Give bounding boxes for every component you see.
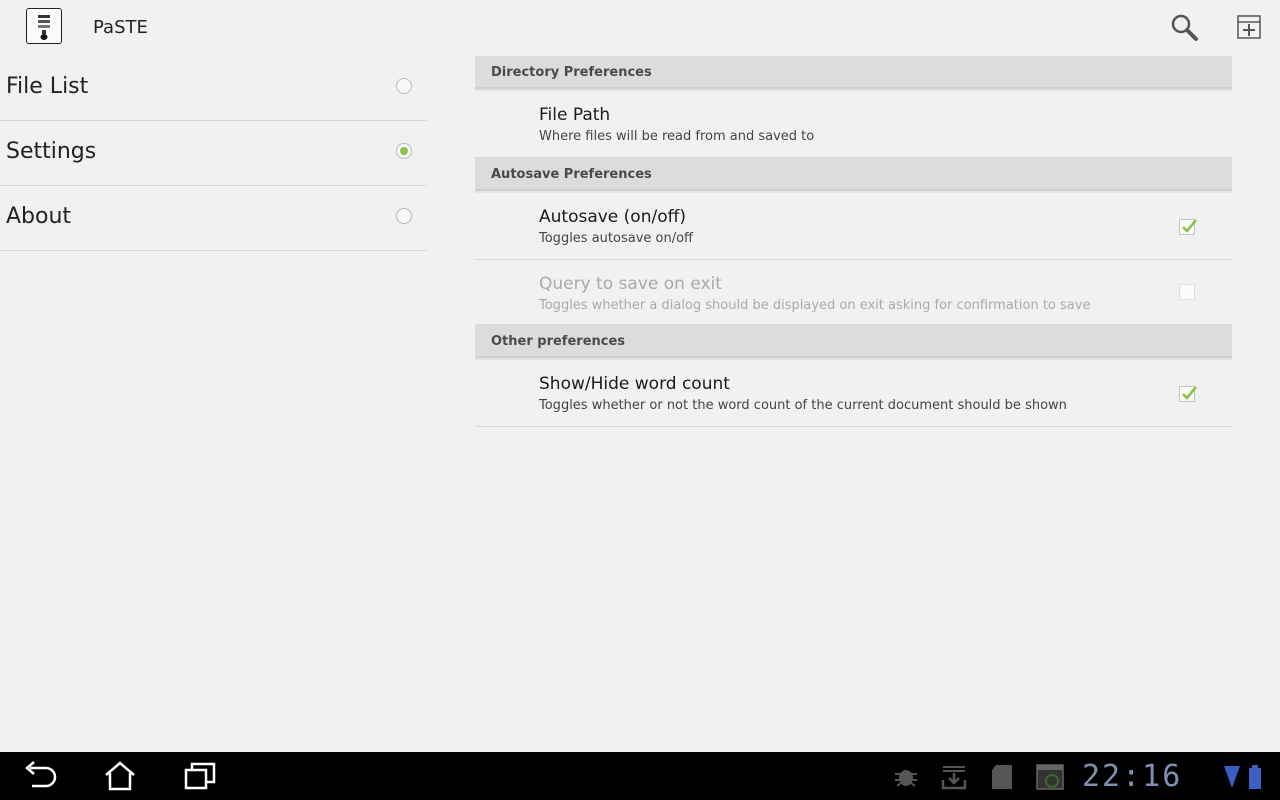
nav-item-label: Settings [6, 139, 97, 164]
wifi-icon[interactable] [1222, 764, 1242, 790]
pref-title: Query to save on exit [539, 274, 722, 294]
download-icon[interactable] [940, 764, 968, 790]
pref-title: File Path [539, 105, 611, 125]
home-button[interactable] [100, 760, 140, 792]
new-file-button[interactable] [1233, 10, 1265, 44]
new-document-icon [1237, 15, 1261, 39]
pref-title: Show/Hide word count [539, 374, 730, 394]
recent-apps-button[interactable] [180, 760, 220, 792]
pref-category-header: Directory Preferences [475, 56, 1232, 89]
nav-radio[interactable] [396, 143, 412, 159]
back-button[interactable] [20, 760, 60, 792]
nav-item-label: File List [6, 74, 89, 99]
status-clock: 22:16 [1082, 759, 1183, 794]
pref-summary: Toggles whether a dialog should be displ… [539, 298, 1091, 313]
checkmark-icon [1182, 386, 1198, 400]
screenshot-icon[interactable] [1036, 764, 1064, 790]
app-logo-icon[interactable] [26, 8, 62, 44]
pref-category-title: Directory Preferences [491, 65, 652, 80]
pref-category-header: Other preferences [475, 325, 1232, 358]
search-button[interactable] [1168, 10, 1200, 44]
pref-category-title: Other preferences [491, 334, 626, 349]
pref-title: Autosave (on/off) [539, 207, 686, 227]
nav-item-label: About [6, 204, 72, 229]
autosave-checkbox[interactable] [1179, 219, 1198, 235]
home-icon [105, 761, 135, 791]
search-icon [1171, 14, 1198, 41]
pref-summary: Toggles whether or not the word count of… [539, 398, 1067, 413]
sd-card-icon[interactable] [988, 764, 1016, 790]
checkmark-icon [1182, 219, 1198, 233]
app-title: PaSTE [93, 17, 148, 38]
pref-autosave[interactable]: Autosave (on/off) Toggles autosave on/of… [475, 191, 1232, 260]
nav-radio[interactable] [396, 78, 412, 94]
debug-icon[interactable] [892, 764, 920, 790]
pref-category-header: Autosave Preferences [475, 158, 1232, 191]
system-bar: 22:16 [0, 752, 1280, 800]
nav-radio[interactable] [396, 208, 412, 224]
pref-category-title: Autosave Preferences [491, 167, 652, 182]
nav-item-about[interactable]: About [0, 186, 427, 251]
nav-item-file-list[interactable]: File List [0, 56, 427, 121]
nav-item-settings[interactable]: Settings [0, 121, 427, 186]
back-icon [25, 761, 57, 788]
word-count-checkbox[interactable] [1179, 386, 1198, 402]
pref-word-count[interactable]: Show/Hide word count Toggles whether or … [475, 358, 1232, 427]
action-bar: PaSTE [0, 0, 1280, 56]
nav-list: File List Settings About [0, 56, 427, 251]
query-save-checkbox[interactable] [1179, 284, 1195, 300]
battery-icon[interactable] [1248, 764, 1262, 790]
preferences-panel: Directory Preferences File Path Where fi… [475, 56, 1232, 427]
app-root: PaSTE File List Settings About Directory… [0, 0, 1280, 800]
pref-summary: Where files will be read from and saved … [539, 129, 815, 144]
pref-query-save-on-exit[interactable]: Query to save on exit Toggles whether a … [475, 260, 1232, 325]
pref-file-path[interactable]: File Path Where files will be read from … [475, 89, 1232, 158]
pref-summary: Toggles autosave on/off [539, 231, 694, 246]
recent-apps-icon [184, 762, 216, 790]
